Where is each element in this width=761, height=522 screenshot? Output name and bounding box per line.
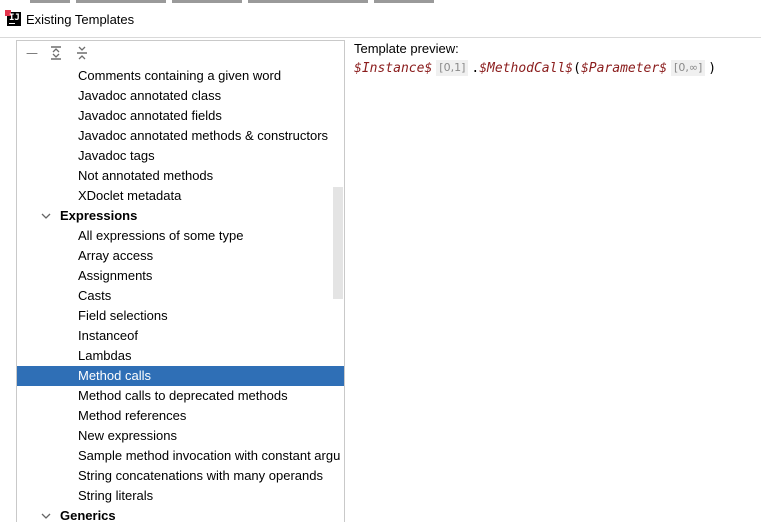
tree-item[interactable]: Array access [17,246,344,266]
tree-item[interactable]: Sample method invocation with constant a… [17,446,344,466]
dot-operator: . [471,61,480,76]
tree-item-label: XDoclet metadata [78,188,182,203]
tree-group-expressions[interactable]: Expressions [17,206,344,226]
tree-item-label: Sample method invocation with constant a… [78,448,341,463]
tree-item-label: Comments containing a given word [78,68,282,83]
tree-item-selected[interactable]: Method calls [17,366,344,386]
parameter-variable: $Parameter$ [580,61,668,76]
tree-item-label: Casts [78,288,112,303]
tree-item-label: Field selections [78,308,168,323]
tree-item-label: New expressions [78,428,177,443]
tree-item-label: Javadoc annotated class [78,88,222,103]
window-title: Existing Templates [26,12,135,27]
tree-item[interactable]: String literals [17,486,344,506]
tree-group-label: Expressions [60,208,138,223]
tree-item-label: Instanceof [78,328,138,343]
tree-item[interactable]: All expressions of some type [17,226,344,246]
tree-item[interactable]: Assignments [17,266,344,286]
collapse-icon[interactable]: — [24,45,40,61]
tree-item[interactable]: Javadoc annotated methods & constructors [17,126,344,146]
collapse-all-icon[interactable] [74,45,90,61]
tree-item-label: String literals [78,488,154,503]
templates-tree-panel: — Comments containing a given word Javad… [16,40,345,522]
tree-item-label: All expressions of some type [78,228,244,243]
tree-item[interactable]: Comments containing a given word [17,66,344,86]
chevron-down-glyph [41,213,51,219]
chevron-down-icon[interactable] [40,506,52,522]
tree-item[interactable]: Instanceof [17,326,344,346]
tree-item[interactable]: Javadoc tags [17,146,344,166]
template-preview-label: Template preview: [354,41,459,56]
method-call-variable: $MethodCall$ [479,61,574,76]
tree-item[interactable]: XDoclet metadata [17,186,344,206]
tree-item-label: Lambdas [78,348,132,363]
instance-variable: $Instance$ [354,61,433,76]
collapse-all-glyph [77,46,87,60]
tree-item-label: Method calls [78,368,151,383]
tree-item[interactable]: Javadoc annotated fields [17,106,344,126]
tree-item[interactable]: Field selections [17,306,344,326]
app-icon-bar [9,23,15,24]
close-paren: ) [708,61,717,76]
tree-item[interactable]: Not annotated methods [17,166,344,186]
tree-item-label: Method references [78,408,187,423]
tree-group-label: Generics [60,508,116,522]
title-bar-overflow [30,0,550,3]
template-preview: $Instance$ [0,1] .$MethodCall$($Parameter$… [354,60,716,80]
tree-scrollbar-thumb[interactable] [333,187,343,299]
tree-item-label: Javadoc annotated fields [78,108,222,123]
instance-count-badge: [0,1] [436,60,469,76]
tree-group-generics[interactable]: Generics [17,506,344,522]
intellij-app-icon: IJ [5,10,21,26]
tree-item[interactable]: Javadoc annotated class [17,86,344,106]
tree-item-label: Assignments [78,268,153,283]
tree-item[interactable]: String concatenations with many operands [17,466,344,486]
expand-all-glyph [51,46,61,60]
tree-item[interactable]: Lambdas [17,346,344,366]
app-icon-mark: IJ [9,13,20,23]
parameter-count-badge: [0,∞] [671,60,706,76]
expand-all-icon[interactable] [48,45,64,61]
tree-toolbar: — [17,41,344,66]
chevron-down-glyph [41,513,51,519]
tree-item[interactable]: New expressions [17,426,344,446]
tree-item[interactable]: Method calls to deprecated methods [17,386,344,406]
tree-item-label: Javadoc tags [78,148,155,163]
tree-item-label: Javadoc annotated methods & constructors [78,128,329,143]
chevron-down-icon[interactable] [40,206,52,226]
tree-item-label: Method calls to deprecated methods [78,388,288,403]
tree-item[interactable]: Casts [17,286,344,306]
tree-item-label: Not annotated methods [78,168,214,183]
tree-item-label: Array access [78,248,154,263]
tree-item-label: String concatenations with many operands [78,468,323,483]
title-bar: IJ Existing Templates [0,0,761,38]
open-paren: ( [573,61,581,76]
tree-item[interactable]: Method references [17,406,344,426]
